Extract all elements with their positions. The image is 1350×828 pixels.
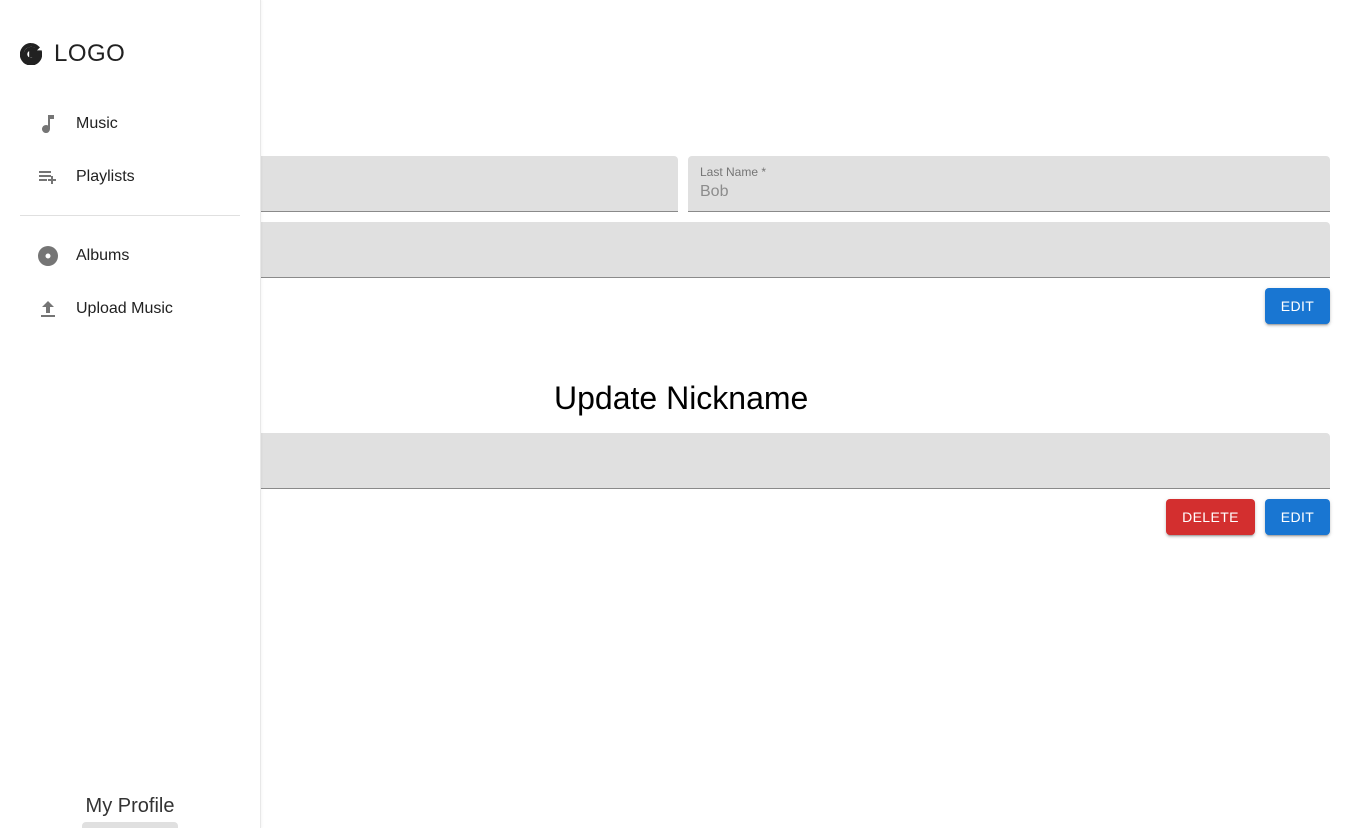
edit-nickname-button[interactable]: EDIT	[1265, 499, 1330, 535]
nav-item-playlists[interactable]: Playlists	[20, 153, 240, 201]
logo[interactable]: LOGO	[19, 40, 126, 68]
album-icon	[20, 244, 76, 268]
nav-item-music[interactable]: Music	[20, 100, 240, 148]
delete-nickname-button[interactable]: DELETE	[1166, 499, 1255, 535]
nav-item-label: Upload Music	[76, 300, 173, 317]
navigation-drawer: LOGO Music Playlists Albums Upload Music…	[0, 0, 261, 828]
last-name-field[interactable]: Last Name * Bob	[688, 156, 1330, 212]
logo-text: LOGO	[54, 40, 126, 67]
update-nickname-title: Update Nickname	[554, 380, 809, 416]
nav-item-label: Music	[76, 115, 118, 132]
music-note-icon	[20, 112, 76, 136]
upload-icon	[20, 297, 76, 321]
first-name-field[interactable]	[200, 156, 678, 212]
playlist-add-icon	[20, 165, 76, 189]
nav-item-label: Playlists	[76, 168, 135, 185]
nav-item-upload-music[interactable]: Upload Music	[20, 285, 240, 333]
nav-item-albums[interactable]: Albums	[20, 232, 240, 280]
nav-item-label: Albums	[76, 247, 130, 264]
profile-button[interactable]	[82, 822, 178, 828]
email-field[interactable]	[200, 222, 1330, 278]
last-name-value[interactable]: Bob	[700, 183, 728, 201]
my-profile-label[interactable]: My Profile	[0, 795, 260, 818]
g-logo-icon	[19, 43, 43, 66]
edit-profile-button[interactable]: EDIT	[1265, 288, 1330, 324]
last-name-label: Last Name *	[700, 165, 767, 179]
nav-divider	[20, 215, 240, 216]
nickname-field[interactable]	[200, 433, 1330, 489]
